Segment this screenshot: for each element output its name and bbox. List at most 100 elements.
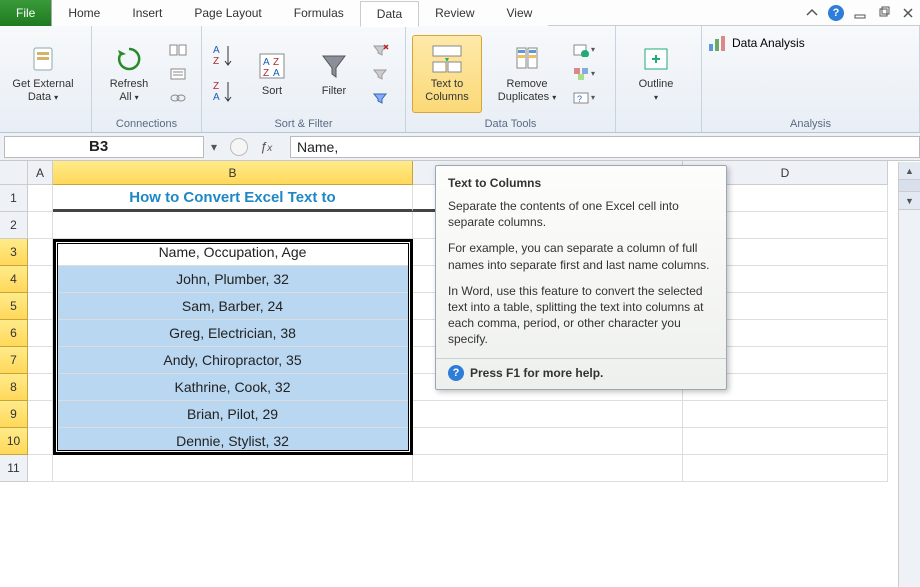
cell-b11[interactable] xyxy=(53,455,413,482)
help-icon[interactable]: ? xyxy=(826,3,846,23)
cell-b5[interactable]: Sam, Barber, 24 xyxy=(53,293,413,320)
vertical-scrollbar[interactable]: ▲ ▼ xyxy=(898,162,920,587)
svg-text:A: A xyxy=(213,45,220,56)
cell-b8[interactable]: Kathrine, Cook, 32 xyxy=(53,374,413,401)
tab-page-layout[interactable]: Page Layout xyxy=(178,0,277,26)
database-icon xyxy=(27,43,59,75)
sort-asc-button[interactable]: AZ xyxy=(208,39,238,73)
cell-a3[interactable] xyxy=(28,239,53,266)
select-all-cell[interactable] xyxy=(0,161,28,185)
get-external-data-button[interactable]: Get ExternalData ▾ xyxy=(6,35,80,113)
row-header-3[interactable]: 3 xyxy=(0,239,28,266)
data-validation-button[interactable] xyxy=(572,39,596,61)
cell-d9[interactable] xyxy=(683,401,888,428)
row-header-7[interactable]: 7 xyxy=(0,347,28,374)
tab-review[interactable]: Review xyxy=(419,0,490,26)
svg-text:Z: Z xyxy=(213,56,219,67)
cell-b9[interactable]: Brian, Pilot, 29 xyxy=(53,401,413,428)
tab-insert[interactable]: Insert xyxy=(116,0,178,26)
cell-a6[interactable] xyxy=(28,320,53,347)
cell-a2[interactable] xyxy=(28,212,53,239)
cell-a5[interactable] xyxy=(28,293,53,320)
tab-home[interactable]: Home xyxy=(52,0,116,26)
tooltip-p3: In Word, use this feature to convert the… xyxy=(448,283,714,348)
split-handle[interactable] xyxy=(899,180,920,192)
col-header-a[interactable]: A xyxy=(28,161,53,185)
cell-b4[interactable]: John, Plumber, 32 xyxy=(53,266,413,293)
sort-desc-button[interactable]: ZA xyxy=(208,75,238,109)
name-box-dropdown[interactable]: ▾ xyxy=(204,140,224,154)
sort-button[interactable]: AZZA Sort xyxy=(244,35,300,113)
cancel-formula-icon[interactable] xyxy=(230,138,248,156)
cell-b10[interactable]: Dennie, Stylist, 32 xyxy=(53,428,413,455)
text-to-columns-icon xyxy=(431,43,463,75)
scroll-down-icon[interactable]: ▼ xyxy=(899,192,920,210)
tab-view[interactable]: View xyxy=(491,0,549,26)
row-header-2[interactable]: 2 xyxy=(0,212,28,239)
advanced-filter-button[interactable] xyxy=(368,87,392,109)
cell-b7[interactable]: Andy, Chiropractor, 35 xyxy=(53,347,413,374)
get-external-label: Get ExternalData ▾ xyxy=(12,78,73,103)
row-header-10[interactable]: 10 xyxy=(0,428,28,455)
properties-button[interactable] xyxy=(166,63,190,85)
cell-a7[interactable] xyxy=(28,347,53,374)
cell-a11[interactable] xyxy=(28,455,53,482)
cell-a4[interactable] xyxy=(28,266,53,293)
cell-a8[interactable] xyxy=(28,374,53,401)
file-tab[interactable]: File xyxy=(0,0,52,26)
whatif-button[interactable]: ? xyxy=(572,87,596,109)
refresh-all-button[interactable]: RefreshAll ▾ xyxy=(98,35,160,113)
tab-data[interactable]: Data xyxy=(360,1,419,27)
cell-b1[interactable]: How to Convert Excel Text to xyxy=(53,185,413,212)
svg-text:Z: Z xyxy=(263,68,269,79)
tooltip-help-text: Press F1 for more help. xyxy=(470,366,603,380)
close-window-icon[interactable] xyxy=(898,3,918,23)
reapply-filter-button[interactable] xyxy=(368,63,392,85)
cell-c10[interactable] xyxy=(413,428,683,455)
cell-d11[interactable] xyxy=(683,455,888,482)
col-header-b[interactable]: B xyxy=(53,161,413,185)
cell-b3[interactable]: Name, Occupation, Age xyxy=(53,239,413,266)
clear-filter-button[interactable] xyxy=(368,39,392,61)
cell-a10[interactable] xyxy=(28,428,53,455)
insert-function-button[interactable]: ƒx xyxy=(260,139,290,154)
row-header-5[interactable]: 5 xyxy=(0,293,28,320)
restore-window-icon[interactable] xyxy=(874,3,894,23)
outline-icon xyxy=(640,43,672,75)
row-header-1[interactable]: 1 xyxy=(0,185,28,212)
consolidate-button[interactable] xyxy=(572,63,596,85)
connections-button[interactable] xyxy=(166,39,190,61)
tooltip-p1: Separate the contents of one Excel cell … xyxy=(448,198,714,230)
row-header-11[interactable]: 11 xyxy=(0,455,28,482)
connections-group-label: Connections xyxy=(98,117,195,132)
scroll-up-icon[interactable]: ▲ xyxy=(899,162,920,180)
name-box[interactable]: B3 xyxy=(4,136,204,158)
cell-c9[interactable] xyxy=(413,401,683,428)
formula-bar[interactable]: Name, xyxy=(290,136,920,158)
row-header-6[interactable]: 6 xyxy=(0,320,28,347)
text-to-columns-button[interactable]: Text toColumns xyxy=(412,35,482,113)
cell-d10[interactable] xyxy=(683,428,888,455)
row-header-4[interactable]: 4 xyxy=(0,266,28,293)
row-header-8[interactable]: 8 xyxy=(0,374,28,401)
cell-b2[interactable] xyxy=(53,212,413,239)
cell-a1[interactable] xyxy=(28,185,53,212)
tooltip-p2: For example, you can separate a column o… xyxy=(448,240,714,272)
svg-text:A: A xyxy=(213,92,220,103)
minimize-ribbon-icon[interactable] xyxy=(802,3,822,23)
cell-b6[interactable]: Greg, Electrician, 38 xyxy=(53,320,413,347)
tab-formulas[interactable]: Formulas xyxy=(278,0,360,26)
data-analysis-button[interactable]: Data Analysis xyxy=(708,34,805,52)
edit-links-button[interactable] xyxy=(166,87,190,109)
minimize-window-icon[interactable] xyxy=(850,3,870,23)
ttc-label: Text toColumns xyxy=(425,78,468,103)
svg-text:A: A xyxy=(263,57,270,68)
row-header-9[interactable]: 9 xyxy=(0,401,28,428)
cell-c11[interactable] xyxy=(413,455,683,482)
remove-duplicates-button[interactable]: RemoveDuplicates ▾ xyxy=(488,35,566,113)
outline-button[interactable]: Outline▾ xyxy=(622,35,690,113)
cell-a9[interactable] xyxy=(28,401,53,428)
sort-filter-group-label: Sort & Filter xyxy=(208,117,399,132)
filter-button[interactable]: Filter xyxy=(306,35,362,113)
formula-bar-row: B3 ▾ ƒx Name, xyxy=(0,133,920,161)
